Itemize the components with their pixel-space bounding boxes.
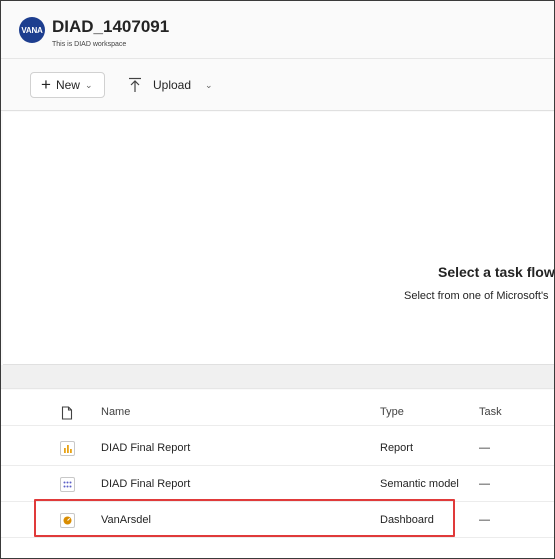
workspace-title: DIAD_1407091	[52, 17, 170, 36]
table-header-row: Name Type Task	[1, 390, 554, 426]
table-row[interactable]: DIAD Final Report Report —	[1, 430, 554, 466]
chevron-down-icon: ⌄	[84, 79, 93, 90]
item-task: —	[479, 514, 490, 526]
table-row[interactable]: DIAD Final Report Semantic model —	[1, 466, 554, 502]
report-icon	[59, 440, 75, 456]
dashboard-icon	[59, 512, 75, 528]
chevron-down-icon[interactable]: ⌄	[205, 80, 213, 91]
workspace-header: VANA DIAD_1407091 This is DIAD workspace	[1, 1, 554, 59]
new-button-label: New	[55, 78, 80, 92]
table-row[interactable]: VanArsdel Dashboard —	[1, 502, 554, 538]
plus-icon: +	[41, 75, 51, 94]
section-divider	[1, 365, 554, 389]
upload-button-label: Upload	[153, 78, 192, 92]
semantic-model-icon	[59, 476, 75, 492]
item-name[interactable]: DIAD Final Report	[101, 478, 190, 490]
items-table: Name Type Task DIAD Final Report Report …	[1, 390, 554, 558]
item-type: Dashboard	[380, 514, 434, 526]
upload-button[interactable]: Upload ⌄	[128, 72, 213, 98]
workspace-logo: VANA	[19, 17, 45, 43]
workspace-window: VANA DIAD_1407091 This is DIAD workspace…	[0, 0, 555, 559]
item-task: —	[479, 442, 490, 454]
workspace-description: This is DIAD workspace	[52, 41, 127, 48]
item-name[interactable]: VanArsdel	[101, 514, 151, 526]
upload-icon	[128, 77, 142, 93]
column-header-name[interactable]: Name	[101, 406, 130, 418]
item-name[interactable]: DIAD Final Report	[101, 442, 190, 454]
new-button[interactable]: + New ⌄	[30, 72, 105, 98]
item-type: Semantic model	[380, 478, 459, 490]
file-type-icon	[59, 405, 75, 421]
task-flow-subtitle: Select from one of Microsoft's	[404, 290, 549, 302]
column-header-task[interactable]: Task	[479, 406, 502, 418]
item-type: Report	[380, 442, 414, 454]
toolbar: + New ⌄ Upload ⌄	[1, 59, 554, 111]
task-flow-panel: Select a task flow Select from one of Mi…	[3, 112, 555, 365]
task-flow-title: Select a task flow	[438, 264, 555, 280]
column-header-type[interactable]: Type	[380, 406, 404, 418]
item-task: —	[479, 478, 490, 490]
